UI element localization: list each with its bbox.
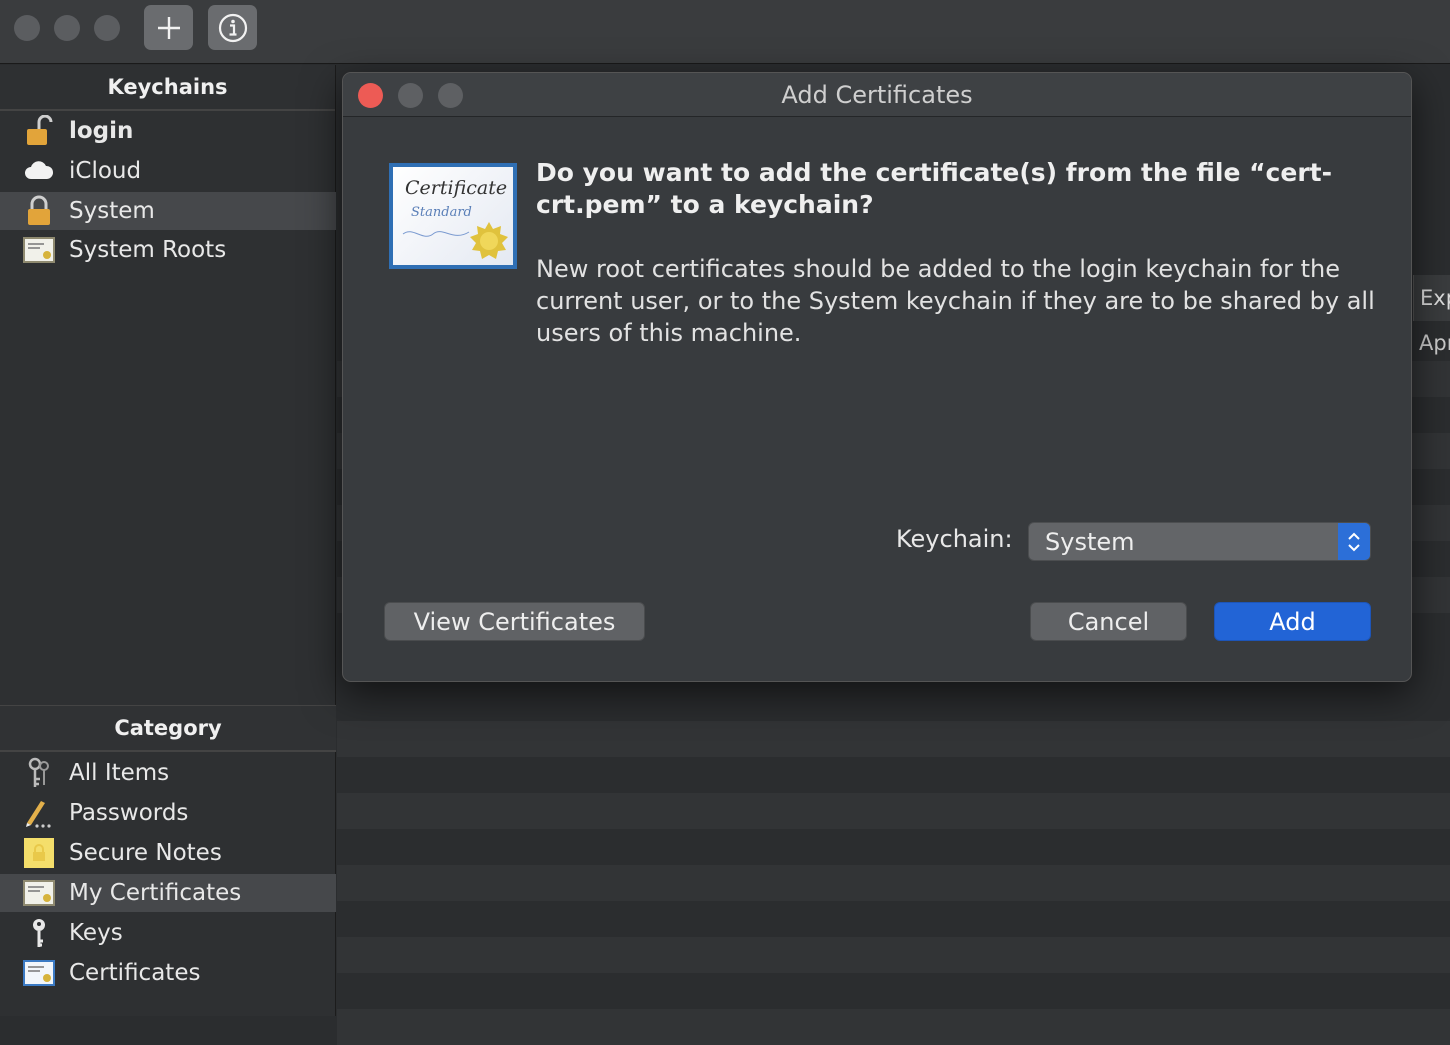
dialog-message-line: current user, or to the System keychain …: [536, 287, 1375, 315]
certificate-icon: [23, 957, 55, 989]
add-item-button[interactable]: [144, 5, 193, 50]
chevron-updown-icon: [1338, 523, 1370, 560]
sidebar-item-certificates[interactable]: Certificates: [0, 954, 336, 992]
dialog-message-line: New root certificates should be added to…: [536, 255, 1341, 283]
table-row[interactable]: [337, 721, 1450, 757]
pencil-icon: [23, 797, 55, 829]
info-button[interactable]: [208, 5, 257, 50]
sidebar-item-label: Certificates: [69, 960, 201, 986]
plus-icon: [157, 16, 180, 39]
keychain-select[interactable]: System: [1028, 522, 1371, 561]
sidebar-item-label: Secure Notes: [69, 840, 222, 866]
sidebar-item-label: All Items: [69, 760, 170, 786]
dialog-heading: Do you want to add the certificate(s) fr…: [536, 157, 1356, 221]
keychains-header: Keychains: [0, 65, 335, 111]
window-minimize-button[interactable]: [54, 15, 80, 41]
category-header: Category: [0, 705, 336, 752]
keychain-select-value: System: [1045, 527, 1135, 556]
certificate-icon-subtitle: Standard: [411, 205, 472, 220]
sidebar-item-system-roots[interactable]: System Roots: [0, 231, 336, 269]
sidebar-item-icloud[interactable]: iCloud: [0, 152, 336, 190]
padlock-icon: [23, 195, 55, 227]
window-titlebar: [0, 0, 1450, 64]
sidebar-item-label: iCloud: [69, 158, 142, 184]
expires-cell: Apr: [1419, 331, 1450, 355]
view-certificates-button[interactable]: View Certificates: [384, 602, 645, 641]
window-zoom-button[interactable]: [94, 15, 120, 41]
dialog-heading-line: crt.pem” to a keychain?: [536, 190, 874, 219]
sidebar: Keychains login iCloud System System Roo…: [0, 65, 336, 1016]
info-icon: [218, 13, 247, 42]
sidebar-item-my-certificates[interactable]: My Certificates: [0, 874, 336, 912]
certificate-icon: [23, 877, 55, 909]
seal-icon: [470, 222, 508, 259]
cloud-icon: [23, 155, 55, 187]
sidebar-item-label: My Certificates: [69, 880, 242, 906]
certificate-icon: Certificate Standard: [389, 163, 517, 269]
dialog-zoom-button[interactable]: [438, 83, 463, 108]
sidebar-item-label: login: [69, 118, 134, 144]
certificate-icon: [23, 234, 55, 266]
sidebar-item-login[interactable]: login: [0, 112, 336, 150]
sidebar-item-system[interactable]: System: [0, 192, 336, 230]
table-row[interactable]: [337, 1009, 1450, 1045]
add-button[interactable]: Add: [1214, 602, 1371, 641]
sidebar-item-passwords[interactable]: Passwords: [0, 794, 336, 832]
sidebar-item-label: System: [69, 198, 155, 224]
sidebar-item-label: System Roots: [69, 237, 227, 263]
sidebar-item-all-items[interactable]: All Items: [0, 754, 336, 792]
dialog-heading-line: Do you want to add the certificate(s) fr…: [536, 158, 1332, 187]
dialog-message: New root certificates should be added to…: [536, 253, 1396, 349]
keychain-label: Keychain:: [896, 525, 1013, 553]
table-row[interactable]: [337, 865, 1450, 901]
sidebar-item-label: Passwords: [69, 800, 189, 826]
key-icon: [23, 917, 55, 949]
dialog-close-button[interactable]: [358, 83, 383, 108]
unlocked-padlock-icon: [23, 115, 55, 147]
certificate-icon-title: Certificate: [405, 177, 508, 199]
dialog-message-line: users of this machine.: [536, 319, 802, 347]
sidebar-item-secure-notes[interactable]: Secure Notes: [0, 834, 336, 872]
table-row[interactable]: [337, 793, 1450, 829]
expires-column-header[interactable]: Exp: [1413, 275, 1450, 321]
window-close-button[interactable]: [14, 15, 40, 41]
add-certificates-dialog: Add Certificates Certificate Standard Do…: [342, 72, 1412, 682]
sidebar-item-label: Keys: [69, 920, 123, 946]
cancel-button[interactable]: Cancel: [1030, 602, 1187, 641]
keys-icon: [23, 757, 55, 789]
table-row[interactable]: [337, 937, 1450, 973]
sidebar-item-keys[interactable]: Keys: [0, 914, 336, 952]
dialog-title: Add Certificates: [343, 73, 1411, 117]
dialog-minimize-button[interactable]: [398, 83, 423, 108]
note-icon: [23, 837, 55, 869]
